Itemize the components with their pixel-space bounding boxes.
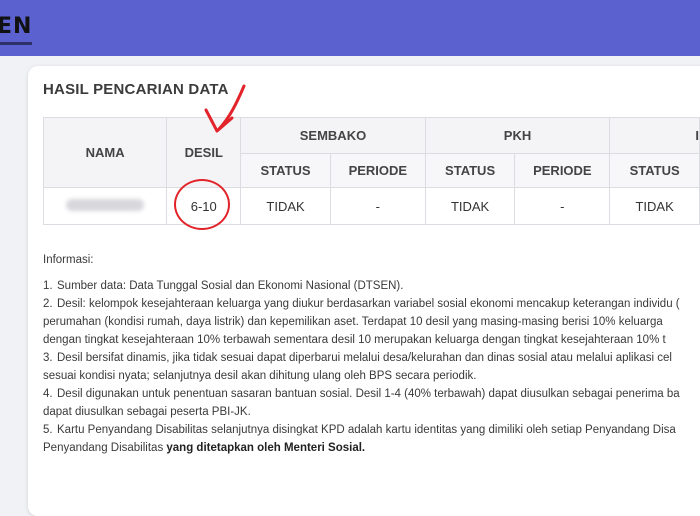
cell-nama: [42, 187, 168, 225]
list-item-continuation: dapat diusulkan sebagai peserta PBI-JK.: [43, 406, 251, 418]
cell-third-status: TIDAK: [609, 187, 700, 225]
list-item: 3. Desil bersifat dinamis, jika tidak ses…: [43, 352, 672, 364]
cell-pkh-status: TIDAK: [424, 187, 516, 225]
redacted-name: [66, 198, 145, 211]
subheader-third-status: STATUS: [609, 153, 700, 188]
info-list: 1. Sumber data: Data Tunggal Sosial dan E…: [43, 277, 700, 457]
list-item-continuation: perumahan (kondisi rumah, daya listrik) …: [43, 316, 663, 328]
annotation-arrow-icon: [204, 84, 246, 133]
list-item: 2. Desil: kelompok kesejahteraan keluarga…: [43, 298, 680, 310]
top-bar: EN: [0, 0, 700, 56]
cell-sembako-status: TIDAK: [240, 187, 331, 225]
group-header-pkh: PKH: [424, 117, 611, 154]
logo-tagline: [0, 42, 32, 45]
cell-sembako-periode: -: [329, 187, 426, 225]
result-table: NAMA DESIL SEMBAKO PKH I STATUS PERIODE …: [42, 117, 700, 225]
cell-pkh-periode: -: [514, 187, 611, 225]
table-row: 6-10 TIDAK - TIDAK - TIDAK: [42, 187, 700, 225]
info-section: Informasi: 1. Sumber data: Data Tunggal S…: [43, 251, 700, 457]
bold-text: yang ditetapkan oleh Menteri Sosial.: [166, 442, 366, 454]
group-header-third: I: [609, 117, 700, 154]
list-item: 1. Sumber data: Data Tunggal Sosial dan E…: [43, 280, 404, 292]
subheader-sembako-periode: PERIODE: [329, 153, 426, 188]
subheader-pkh-status: STATUS: [424, 153, 516, 188]
list-item: 4. Desil digunakan untuk penentuan sasara…: [43, 388, 680, 400]
list-item: 5. Kartu Penyandang Disabilitas selanjutn…: [43, 424, 676, 436]
app-logo[interactable]: EN: [0, 14, 32, 39]
group-header-sembako: SEMBAKO: [240, 117, 426, 154]
list-item-continuation: sesuai kondisi nyata; selanjutnya desil …: [43, 370, 477, 382]
column-header-nama: NAMA: [42, 117, 168, 188]
annotation-circle: [174, 179, 230, 230]
subheader-pkh-periode: PERIODE: [514, 153, 611, 188]
info-title: Informasi:: [43, 254, 94, 266]
list-item-continuation: Penyandang Disabilitas yang ditetapkan o…: [43, 442, 366, 454]
subheader-sembako-status: STATUS: [240, 153, 331, 188]
list-item-continuation: dengan tingkat kesejahteraan 10% terbawa…: [43, 334, 666, 346]
